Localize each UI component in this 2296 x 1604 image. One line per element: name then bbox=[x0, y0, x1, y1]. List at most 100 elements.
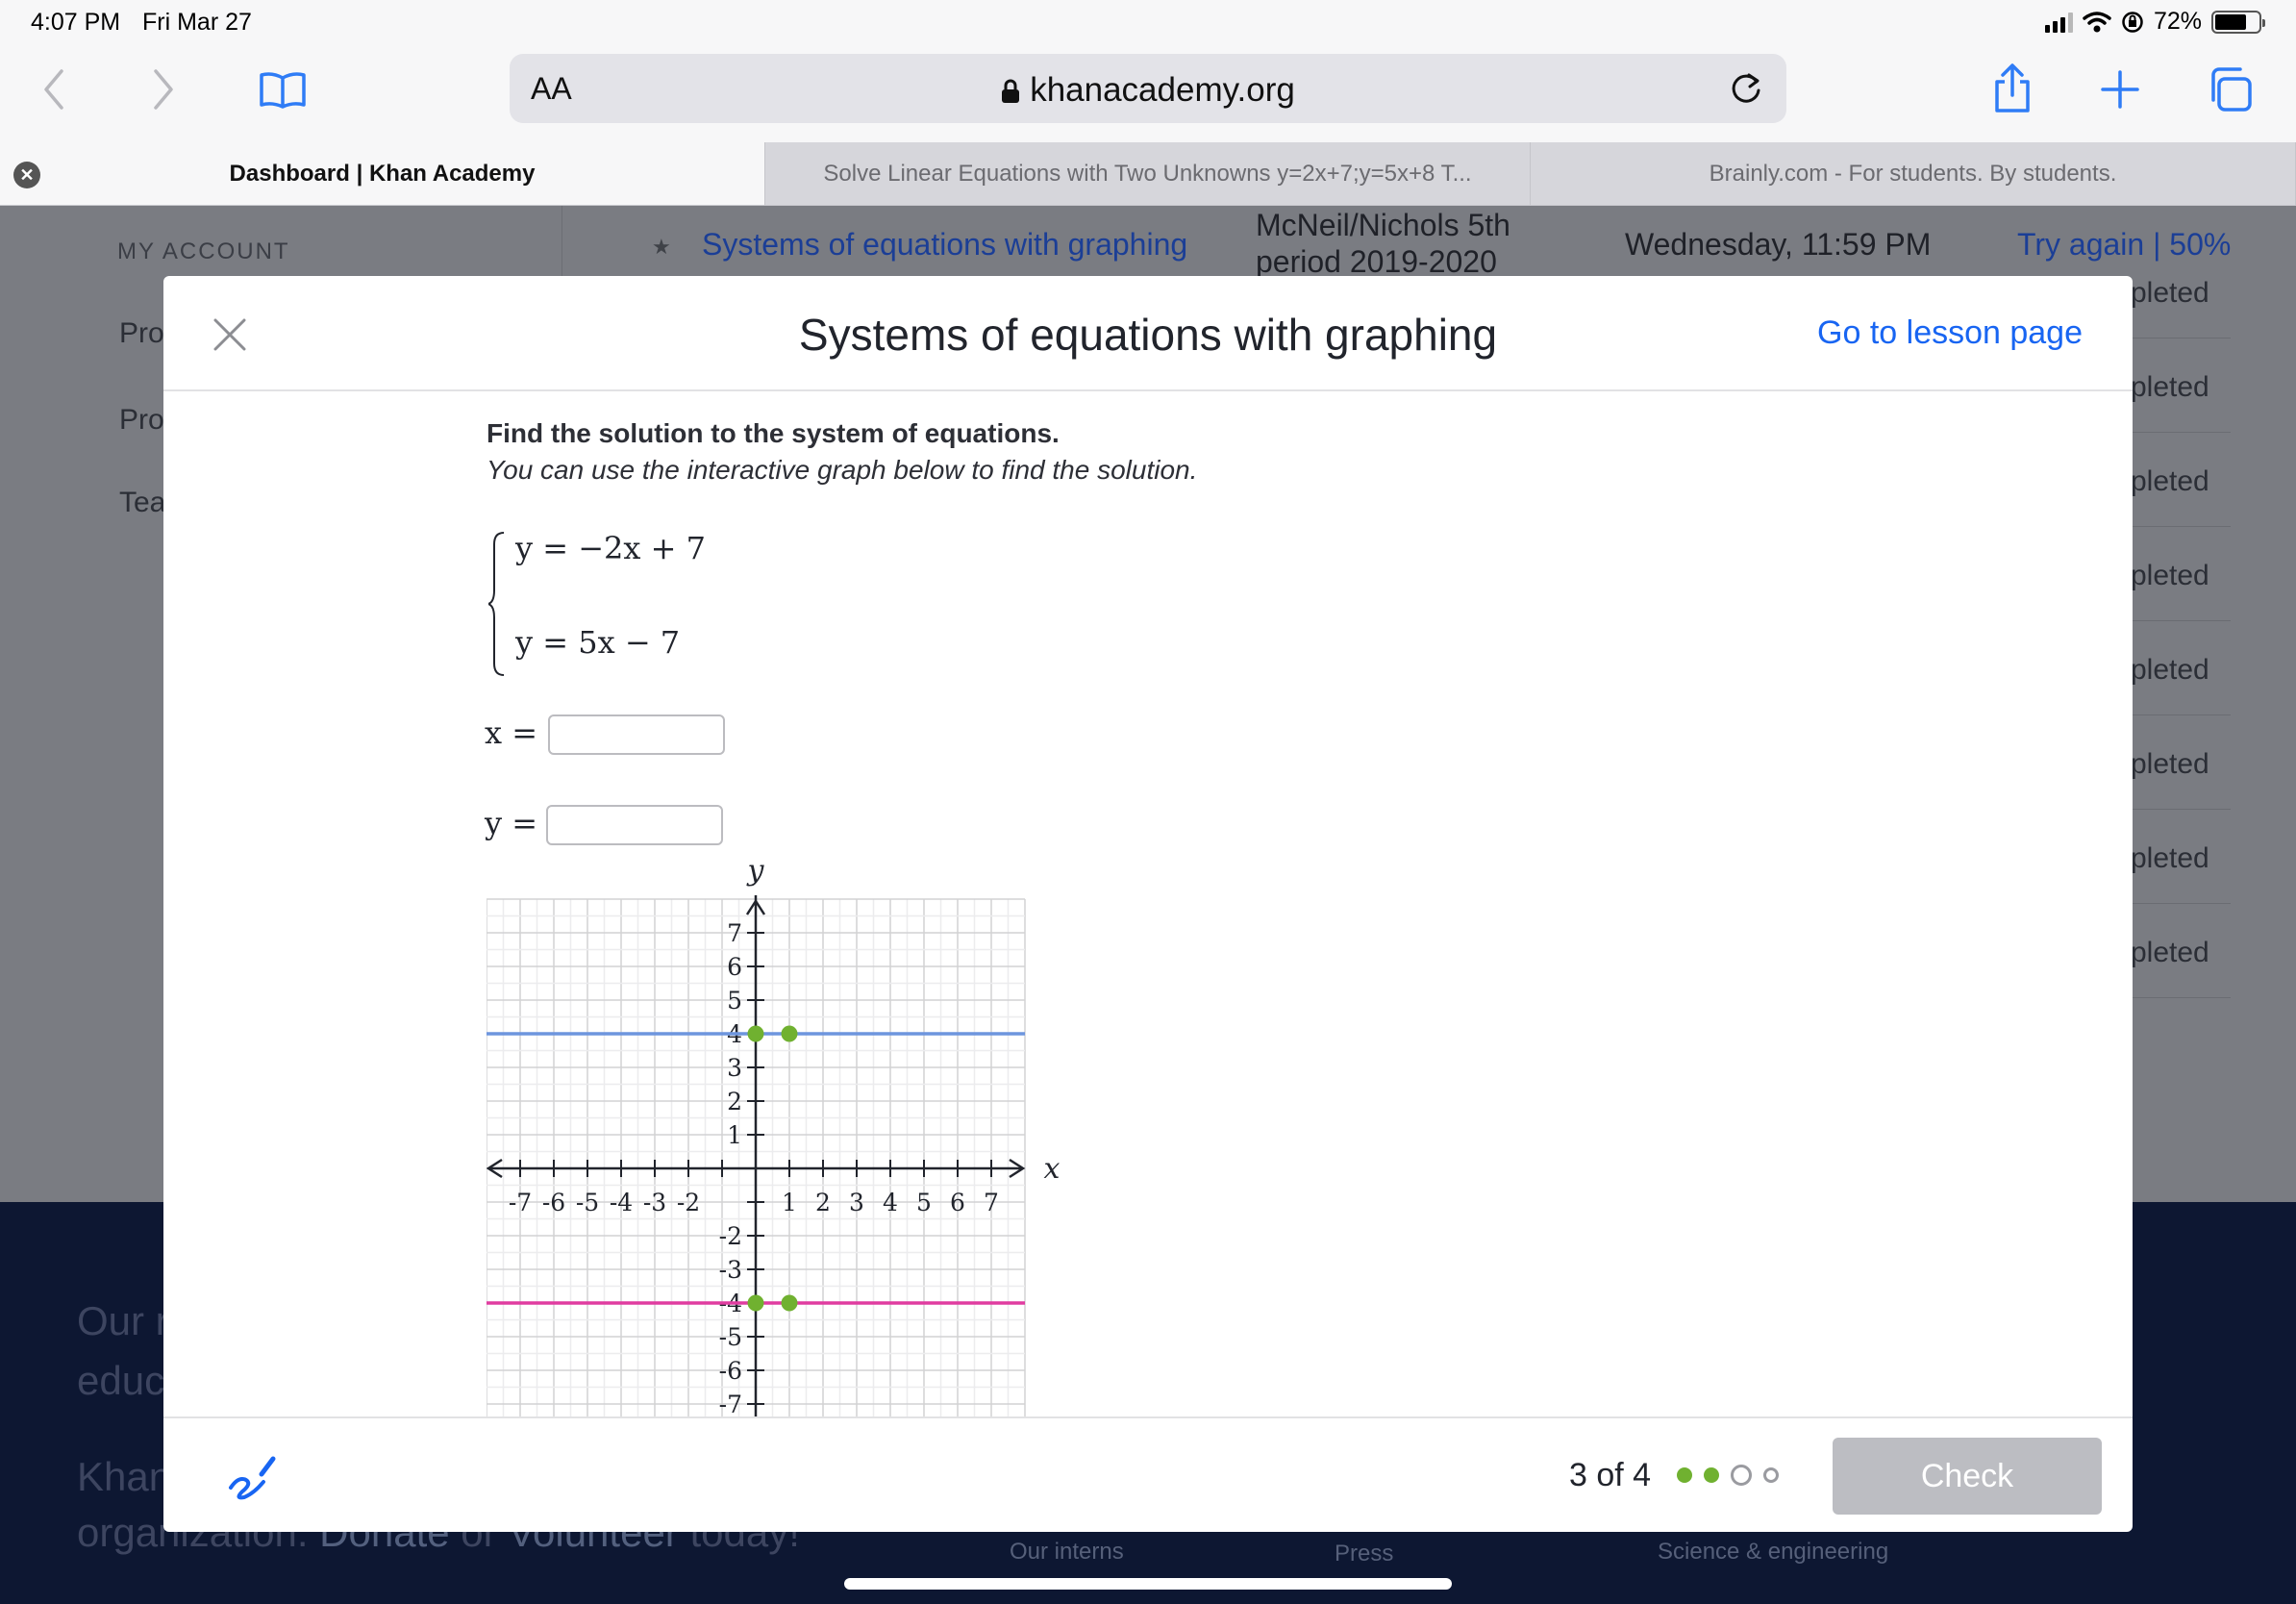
sidebar-item[interactable]: Tea bbox=[119, 487, 165, 519]
y-tick-label: -3 bbox=[719, 1256, 742, 1284]
tab-title: Dashboard | Khan Academy bbox=[229, 160, 536, 187]
assignment-status-completed: pleted bbox=[2131, 748, 2209, 780]
question-hint: You can use the interactive graph below … bbox=[487, 455, 1198, 485]
orientation-lock-icon bbox=[2122, 11, 2143, 33]
tab-dashboard[interactable]: ✕ Dashboard | Khan Academy bbox=[0, 142, 765, 205]
assignment-status-completed: pleted bbox=[2131, 277, 2209, 309]
progress-dot-remaining bbox=[1763, 1467, 1779, 1483]
status-date: Fri Mar 27 bbox=[142, 9, 252, 36]
battery-percent: 72% bbox=[2153, 8, 2202, 35]
footer-mission-line: educ bbox=[77, 1358, 165, 1403]
footer-link-our-interns[interactable]: Our interns bbox=[1010, 1539, 1124, 1566]
x-tick-label: 3 bbox=[849, 1189, 864, 1216]
y-tick-label: 1 bbox=[727, 1121, 742, 1149]
assignment-title-link[interactable]: Systems of equations with graphing bbox=[702, 227, 1187, 263]
tab-bar: ✕ Dashboard | Khan Academy Solve Linear … bbox=[0, 142, 2296, 206]
x-tick-label: -6 bbox=[542, 1189, 565, 1216]
go-to-lesson-link[interactable]: Go to lesson page bbox=[1817, 314, 2083, 352]
chevron-right-icon bbox=[154, 69, 173, 110]
x-tick-label: -5 bbox=[576, 1189, 599, 1216]
equation-2: y = 5x − 7 bbox=[515, 624, 681, 661]
scratchpad-button[interactable] bbox=[225, 1453, 277, 1510]
share-icon bbox=[1995, 63, 2030, 113]
assignment-class-period: period 2019-2020 bbox=[1256, 244, 1497, 279]
x-tick-label: 7 bbox=[984, 1189, 999, 1216]
status-right: 72% bbox=[2044, 8, 2265, 36]
progress-dot-correct bbox=[1677, 1467, 1692, 1483]
plus-icon bbox=[2101, 70, 2139, 109]
reload-button[interactable] bbox=[1727, 69, 1765, 113]
forward-button[interactable] bbox=[144, 65, 183, 113]
y-tick-label: 3 bbox=[727, 1054, 742, 1082]
y-tick-label: 7 bbox=[727, 919, 742, 947]
assignment-score: 50% bbox=[2169, 227, 2232, 262]
x-tick-label: -7 bbox=[509, 1189, 532, 1216]
url-text: khanacademy.org bbox=[1030, 71, 1295, 109]
tab-brainly[interactable]: Brainly.com - For students. By students. bbox=[1531, 142, 2296, 205]
bookmarks-button[interactable] bbox=[254, 65, 312, 113]
y-tick-label: -6 bbox=[719, 1357, 742, 1385]
lock-icon bbox=[1002, 79, 1020, 103]
sidebar-item[interactable]: Pro bbox=[119, 404, 164, 437]
x-tick-label: 5 bbox=[916, 1189, 932, 1216]
sidebar-item[interactable]: Pro bbox=[119, 317, 164, 350]
tab-title: Solve Linear Equations with Two Unknowns… bbox=[823, 160, 1472, 187]
address-bar[interactable]: AA khanacademy.org bbox=[510, 54, 1786, 123]
footer-link-science-engineering[interactable]: Science & engineering bbox=[1658, 1539, 1888, 1566]
star-icon: ★ bbox=[652, 235, 671, 259]
movable-point[interactable] bbox=[781, 1025, 798, 1042]
assignment-status-completed: pleted bbox=[2131, 465, 2209, 497]
assignment-status-completed: pleted bbox=[2131, 560, 2209, 591]
share-button[interactable] bbox=[1988, 60, 2036, 117]
y-answer-input[interactable] bbox=[546, 805, 723, 845]
assignment-status-completed: pleted bbox=[2131, 654, 2209, 686]
footer-mission-line: Our r bbox=[77, 1298, 169, 1343]
assignment-status-completed: pleted bbox=[2131, 842, 2209, 874]
tab-title: Brainly.com - For students. By students. bbox=[1709, 160, 2117, 187]
movable-point[interactable] bbox=[747, 1025, 764, 1042]
check-button[interactable]: Check bbox=[1833, 1438, 2102, 1515]
y-tick-label: -2 bbox=[719, 1222, 742, 1250]
modal-footer: 3 of 4 Check bbox=[163, 1416, 2133, 1532]
scratchpad-pencil-icon bbox=[229, 1456, 276, 1500]
movable-point[interactable] bbox=[747, 1294, 764, 1312]
assignment-status-completed: pleted bbox=[2131, 937, 2209, 968]
y-tick-label: -7 bbox=[719, 1391, 742, 1416]
footer-link-press[interactable]: Press bbox=[1335, 1541, 1393, 1567]
progress-dot-correct bbox=[1704, 1467, 1719, 1483]
close-tab-icon[interactable]: ✕ bbox=[13, 162, 40, 188]
y-tick-label: 6 bbox=[727, 953, 742, 981]
cellular-signal-icon bbox=[2044, 12, 2073, 33]
assignment-class: McNeil/Nichols 5th bbox=[1256, 208, 1510, 242]
back-button[interactable] bbox=[35, 65, 73, 113]
x-tick-label: -2 bbox=[677, 1189, 700, 1216]
x-answer-input[interactable] bbox=[548, 714, 725, 755]
movable-point[interactable] bbox=[781, 1294, 798, 1312]
try-again-link[interactable]: Try again bbox=[2017, 227, 2144, 262]
equation-1: y = −2x + 7 bbox=[515, 530, 706, 566]
url-display[interactable]: khanacademy.org bbox=[510, 71, 1786, 110]
system-brace-icon bbox=[488, 532, 505, 676]
wifi-icon bbox=[2083, 11, 2111, 32]
x-tick-label: 1 bbox=[782, 1189, 797, 1216]
x-tick-label: 4 bbox=[883, 1189, 898, 1216]
progress-dots bbox=[1677, 1465, 1779, 1486]
x-tick-label: 2 bbox=[815, 1189, 831, 1216]
modal-header: Systems of equations with graphing Go to… bbox=[163, 276, 2133, 391]
y-answer-label: y = bbox=[485, 805, 538, 841]
y-tick-label: -5 bbox=[719, 1323, 742, 1351]
status-bar: 4:07 PM Fri Mar 27 72% bbox=[0, 0, 2296, 46]
interactive-graph[interactable]: -7-6-5-4-3-212345677654321-2-3-4-5-6-7xy bbox=[487, 841, 1063, 1416]
x-tick-label: 6 bbox=[950, 1189, 965, 1216]
home-indicator[interactable] bbox=[844, 1578, 1452, 1590]
x-tick-label: -4 bbox=[610, 1189, 633, 1216]
status-separator: | bbox=[2153, 227, 2161, 262]
tabs-overview-button[interactable] bbox=[2204, 63, 2256, 115]
x-answer-label: x = bbox=[485, 714, 538, 751]
battery-icon bbox=[2211, 10, 2265, 34]
new-tab-button[interactable] bbox=[2096, 65, 2144, 113]
footer-nonprofit-line: Khan bbox=[77, 1454, 172, 1499]
assignment-status: Try again | 50% bbox=[2017, 227, 2231, 263]
tab-solve-linear[interactable]: Solve Linear Equations with Two Unknowns… bbox=[765, 142, 1531, 205]
chevron-left-icon bbox=[44, 69, 63, 110]
